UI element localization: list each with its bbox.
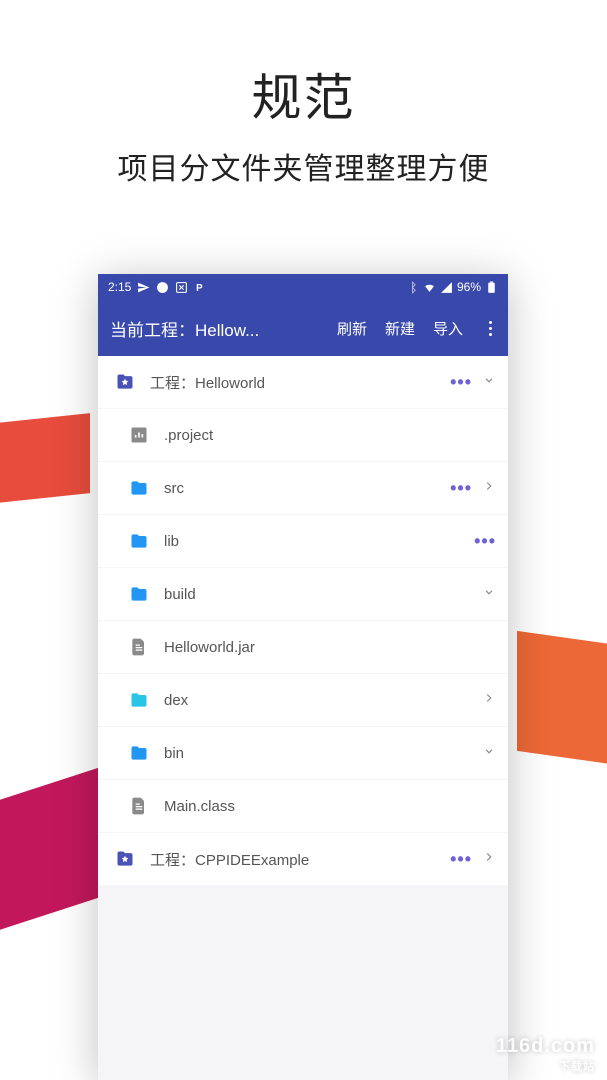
list-item[interactable]: lib ••• — [98, 515, 508, 567]
row-label: 工程：CPPIDEExample — [150, 849, 450, 870]
create-button[interactable]: 新建 — [385, 318, 415, 339]
statusbar: 2:15 P 96% — [98, 274, 508, 300]
row-label: Main.class — [164, 798, 496, 815]
promo-subtitle: 项目分文件夹管理整理方便 — [0, 144, 607, 188]
row-label: dex — [164, 692, 482, 709]
refresh-button[interactable]: 刷新 — [337, 318, 367, 339]
p-icon: P — [194, 281, 207, 294]
decor-red-shape — [0, 413, 90, 507]
battery-icon — [485, 281, 498, 294]
row-label: bin — [164, 745, 482, 762]
appbar: 当前工程：Hellow... 刷新 新建 导入 — [98, 300, 508, 356]
folder-icon — [126, 742, 152, 764]
appbar-title: 当前工程：Hellow... — [110, 316, 280, 341]
wifi-icon — [423, 281, 436, 294]
watermark: 116d.com 下载站 — [496, 1035, 595, 1074]
chevron-right-icon[interactable] — [482, 691, 496, 710]
row-label: 工程：Helloworld — [150, 372, 450, 393]
project-row[interactable]: 工程：CPPIDEExample ••• — [98, 833, 508, 885]
more-dots-icon[interactable]: ••• — [450, 373, 472, 391]
folder-icon — [126, 583, 152, 605]
project-row[interactable]: 工程：Helloworld ••• — [98, 356, 508, 408]
row-label: build — [164, 586, 482, 603]
list-item[interactable]: Helloworld.jar — [98, 621, 508, 673]
folder-icon — [126, 689, 152, 711]
row-label: lib — [164, 533, 474, 550]
decor-orange-shape — [517, 631, 607, 769]
overflow-menu-button[interactable] — [485, 317, 496, 340]
folder-star-icon — [112, 371, 138, 393]
row-label: src — [164, 480, 450, 497]
more-dots-icon[interactable]: ••• — [450, 479, 472, 497]
bluetooth-icon — [406, 281, 419, 294]
watermark-domain: 116d.com — [496, 1035, 595, 1057]
chevron-right-icon[interactable] — [482, 850, 496, 869]
list-item[interactable]: build — [98, 568, 508, 620]
promo-heading: 规范 项目分文件夹管理整理方便 — [0, 0, 607, 188]
chevron-right-icon[interactable] — [482, 479, 496, 498]
more-dots-icon[interactable]: ••• — [450, 850, 472, 868]
folder-star-icon — [112, 848, 138, 870]
list-item[interactable]: dex — [98, 674, 508, 726]
x-box-icon — [175, 281, 188, 294]
signal-icon — [440, 281, 453, 294]
more-dots-icon[interactable]: ••• — [474, 532, 496, 550]
row-label: .project — [164, 427, 496, 444]
watermark-sub: 下载站 — [496, 1058, 595, 1074]
file-icon — [126, 795, 152, 817]
file-icon — [126, 636, 152, 658]
list-item[interactable]: .project — [98, 409, 508, 461]
import-button[interactable]: 导入 — [433, 318, 463, 339]
promo-title: 规范 — [0, 58, 607, 130]
battery-percent: 96% — [457, 280, 481, 294]
folder-icon — [126, 477, 152, 499]
svg-text:P: P — [197, 282, 204, 293]
statusbar-time: 2:15 — [108, 280, 131, 294]
send-icon — [137, 281, 150, 294]
row-label: Helloworld.jar — [164, 639, 496, 656]
chevron-down-icon[interactable] — [482, 744, 496, 763]
chart-file-icon — [126, 424, 152, 446]
list-item[interactable]: Main.class — [98, 780, 508, 832]
folder-icon — [126, 530, 152, 552]
list-item[interactable]: bin — [98, 727, 508, 779]
list-item[interactable]: src ••• — [98, 462, 508, 514]
circle-icon — [156, 281, 169, 294]
file-list: 工程：Helloworld ••• .project src ••• — [98, 356, 508, 1080]
chevron-down-icon[interactable] — [482, 373, 496, 392]
phone-frame: 2:15 P 96% 当前工程：Hellow... 刷新 新建 导入 — [98, 274, 508, 1080]
chevron-down-icon[interactable] — [482, 585, 496, 604]
